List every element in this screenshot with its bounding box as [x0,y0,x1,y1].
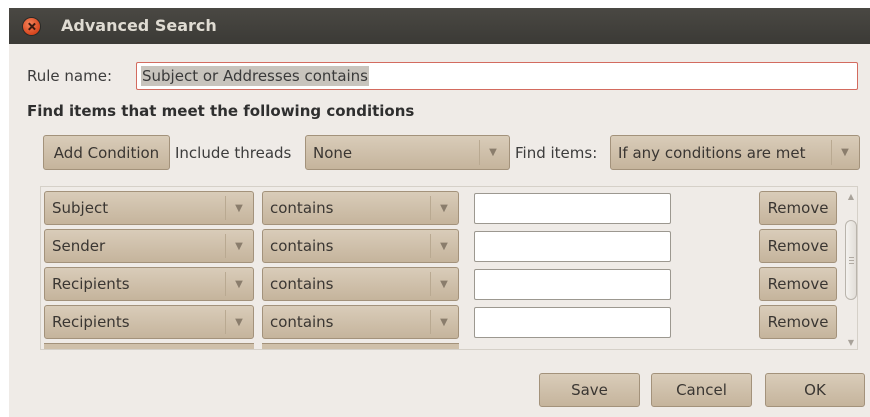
find-items-select[interactable]: If any conditions are met ▼ [610,135,860,170]
condition-operator-select[interactable]: contains ▼ [262,267,459,301]
rule-name-label: Rule name: [27,67,113,85]
advanced-search-dialog: Advanced Search Rule name: Subject or Ad… [9,8,870,417]
find-items-value: If any conditions are met [618,143,806,162]
ok-button[interactable]: OK [765,373,865,407]
condition-value-input[interactable] [474,231,671,262]
condition-value-input[interactable] [474,193,671,224]
condition-row: Recipients ▼ contains ▼ Remove [41,303,841,341]
condition-row: Recipients ▼ contains ▼ Remove [41,265,841,303]
condition-value-input[interactable] [474,307,671,338]
find-items-label: Find items: [515,144,598,162]
condition-operator-select[interactable]: contains ▼ [262,305,459,339]
chevron-down-icon: ▼ [235,316,243,328]
conditions-heading: Find items that meet the following condi… [27,102,415,120]
condition-field-select[interactable]: Subject ▼ [44,191,254,225]
chevron-down-icon: ▼ [440,240,448,252]
condition-row: Subject ▼ contains ▼ Remove [41,189,841,227]
include-threads-value: None [313,143,353,162]
title-bar: Advanced Search [9,8,870,44]
condition-operator-value: contains [270,275,334,293]
conditions-scrollbar[interactable]: ▲ ▼ [843,188,859,348]
scrollbar-thumb[interactable] [845,220,857,300]
rule-name-input[interactable]: Subject or Addresses contains [136,62,858,90]
save-button[interactable]: Save [539,373,640,407]
condition-operator-select[interactable]: contains ▼ [262,229,459,263]
chevron-down-icon: ▼ [235,202,243,214]
chevron-down-icon: ▼ [440,202,448,214]
condition-row-partial [262,343,459,349]
chevron-down-icon: ▼ [235,278,243,290]
chevron-down-icon: ▼ [235,240,243,252]
condition-field-select[interactable]: Recipients ▼ [44,305,254,339]
condition-row-partial [44,343,254,349]
chevron-down-icon: ▼ [489,147,497,158]
include-threads-label: Include threads [175,144,292,162]
chevron-down-icon: ▼ [440,316,448,328]
scroll-up-icon[interactable]: ▲ [843,190,859,202]
condition-field-select[interactable]: Sender ▼ [44,229,254,263]
cancel-button[interactable]: Cancel [651,373,752,407]
condition-operator-value: contains [270,237,334,255]
chevron-down-icon: ▼ [440,278,448,290]
add-condition-button[interactable]: Add Condition [43,135,170,170]
condition-field-value: Recipients [52,313,130,331]
conditions-list: Subject ▼ contains ▼ Remove Sender ▼ con… [40,186,858,350]
remove-condition-button[interactable]: Remove [759,191,837,225]
condition-operator-select[interactable]: contains ▼ [262,191,459,225]
condition-value-input[interactable] [474,269,671,300]
remove-condition-button[interactable]: Remove [759,305,837,339]
scroll-down-icon[interactable]: ▼ [843,336,859,348]
window-title: Advanced Search [61,16,217,35]
rule-name-value: Subject or Addresses contains [141,66,369,86]
remove-condition-button[interactable]: Remove [759,267,837,301]
close-icon[interactable] [23,18,40,35]
include-threads-select[interactable]: None ▼ [305,135,510,170]
condition-row: Sender ▼ contains ▼ Remove [41,227,841,265]
condition-field-select[interactable]: Recipients ▼ [44,267,254,301]
condition-field-value: Sender [52,237,106,255]
condition-operator-value: contains [270,313,334,331]
condition-operator-value: contains [270,199,334,217]
condition-field-value: Recipients [52,275,130,293]
chevron-down-icon: ▼ [841,147,849,158]
remove-condition-button[interactable]: Remove [759,229,837,263]
condition-field-value: Subject [52,199,109,217]
